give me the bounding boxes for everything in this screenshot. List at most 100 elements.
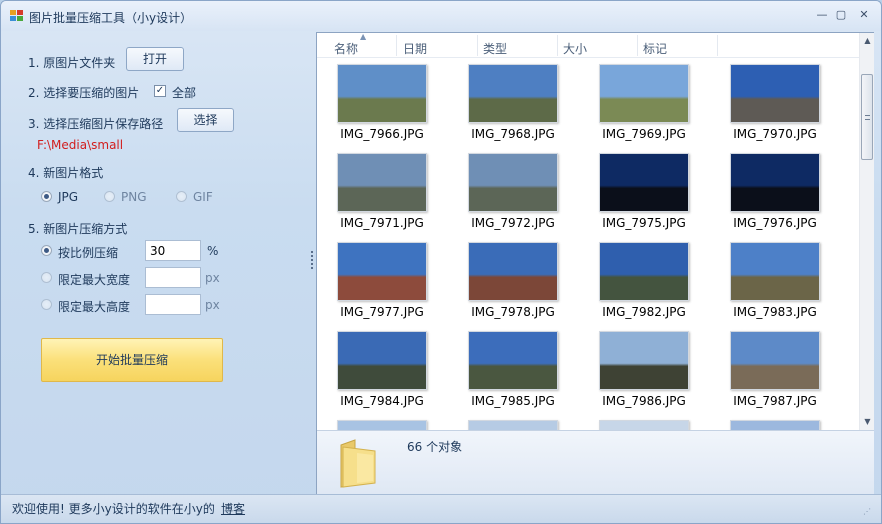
thumbnail-filename: IMG_7966.JPG (340, 127, 424, 141)
thumbnail-filename: IMG_7985.JPG (471, 394, 555, 408)
blog-link[interactable]: 博客 (221, 500, 245, 517)
thumbnail-item[interactable]: IMG_7972.JPG (458, 151, 568, 239)
thumbnail-image (599, 420, 689, 430)
resize-grip-icon[interactable]: ⋰ (863, 507, 873, 517)
thumbnail-item[interactable]: IMG_7976.JPG (720, 151, 830, 239)
format-png-label: PNG (121, 190, 147, 204)
thumbnail-image (599, 331, 689, 390)
thumbnail-item[interactable]: IMG_7971.JPG (327, 151, 437, 239)
thumbnail-filename: IMG_7977.JPG (340, 305, 424, 319)
column-separator (637, 35, 638, 56)
thumbnail-item[interactable]: IMG_7977.JPG (327, 240, 437, 328)
method-max-width-label: 限定最大宽度 (58, 273, 131, 287)
column-separator (477, 35, 478, 56)
column-name[interactable]: 名称 (334, 40, 358, 57)
status-bar: 欢迎使用! 更多小y设计的软件在小y的 博客 ⋰ (1, 494, 881, 523)
column-separator (717, 35, 718, 56)
thumbnail-filename: IMG_7972.JPG (471, 216, 555, 230)
column-size[interactable]: 大小 (563, 40, 587, 57)
maximize-button[interactable]: ▢ (833, 8, 849, 22)
minimize-button[interactable]: — (814, 8, 830, 22)
splitter-handle[interactable] (310, 251, 314, 273)
thumbnail-filename: IMG_7970.JPG (733, 127, 817, 141)
column-date[interactable]: 日期 (403, 40, 427, 57)
thumbnail-filename: IMG_7969.JPG (602, 127, 686, 141)
choose-path-button[interactable]: 选择 (177, 108, 234, 132)
app-icon (10, 10, 23, 22)
thumbnail-grid: IMG_7966.JPG IMG_7968.JPG IMG_7969.JPG IMG_… (317, 58, 859, 430)
max-width-input[interactable] (145, 267, 201, 288)
step5-label: 5. 新图片压缩方式 (28, 222, 128, 236)
thumbnail-image (730, 420, 820, 430)
column-header: ▲ 名称 日期 类型 大小 标记 (317, 32, 859, 58)
thumbnail-item[interactable]: IMG_7970.JPG (720, 62, 830, 150)
save-path-text: F:\Media\small (37, 138, 124, 152)
thumbnail-item[interactable]: IMG_7985.JPG (458, 329, 568, 417)
thumbnail-image (730, 331, 820, 390)
close-button[interactable]: ✕ (856, 8, 872, 22)
thumbnail-filename: IMG_7975.JPG (602, 216, 686, 230)
thumbnail-image (337, 420, 427, 430)
status-message: 欢迎使用! 更多小y设计的软件在小y的 (12, 502, 215, 516)
thumbnail-item[interactable]: IMG_7982.JPG (589, 240, 699, 328)
thumbnail-filename: IMG_7984.JPG (340, 394, 424, 408)
thumbnail-image (599, 64, 689, 123)
scroll-thumb[interactable] (861, 74, 873, 160)
thumbnail-item[interactable]: IMG_7966.JPG (327, 62, 437, 150)
select-all-checkbox[interactable]: ✓ (154, 85, 166, 97)
select-all-label: 全部 (172, 86, 197, 100)
method-max-height-radio[interactable] (41, 299, 52, 310)
thumbnail-image (468, 64, 558, 123)
thumbnail-item[interactable]: IMG_7986.JPG (589, 329, 699, 417)
ratio-input[interactable] (145, 240, 201, 261)
thumbnail-item[interactable] (720, 418, 830, 430)
folder-icon (340, 439, 376, 488)
scroll-down-icon[interactable]: ▼ (860, 414, 875, 430)
thumbnail-filename: IMG_7986.JPG (602, 394, 686, 408)
step2-label: 2. 选择要压缩的图片 (28, 86, 140, 100)
details-pane: 66 个对象 (317, 430, 874, 494)
scroll-up-icon[interactable]: ▲ (860, 33, 875, 49)
thumbnail-filename: IMG_7968.JPG (471, 127, 555, 141)
max-height-input[interactable] (145, 294, 201, 315)
format-jpg-radio[interactable] (41, 191, 52, 202)
thumbnail-item[interactable] (589, 418, 699, 430)
settings-panel: 1. 原图片文件夹 打开 2. 选择要压缩的图片 ✓ 全部 3. 选择压缩图片保… (1, 31, 309, 493)
thumbnail-image (468, 242, 558, 301)
thumbnail-item[interactable] (327, 418, 437, 430)
thumbnail-item[interactable]: IMG_7983.JPG (720, 240, 830, 328)
thumbnail-item[interactable]: IMG_7984.JPG (327, 329, 437, 417)
vertical-scrollbar[interactable]: ▲ ▼ (859, 33, 874, 430)
method-ratio-radio[interactable] (41, 245, 52, 256)
column-separator (396, 35, 397, 56)
thumbnail-image (337, 64, 427, 123)
open-folder-button[interactable]: 打开 (126, 47, 184, 71)
format-gif-radio[interactable] (176, 191, 187, 202)
thumbnail-image (337, 153, 427, 212)
ratio-unit-label: % (207, 244, 219, 258)
step1-label: 1. 原图片文件夹 (28, 56, 116, 70)
thumbnail-item[interactable]: IMG_7975.JPG (589, 151, 699, 239)
step3-label: 3. 选择压缩图片保存路径 (28, 117, 164, 131)
column-type[interactable]: 类型 (483, 40, 507, 57)
thumbnail-item[interactable]: IMG_7987.JPG (720, 329, 830, 417)
thumbnail-image (337, 242, 427, 301)
thumbnail-filename: IMG_7982.JPG (602, 305, 686, 319)
start-compress-button[interactable]: 开始批量压缩 (41, 338, 223, 382)
thumbnail-item[interactable] (458, 418, 568, 430)
grip-icon (865, 115, 870, 120)
app-window: 图片批量压缩工具（小y设计） — ▢ ✕ 1. 原图片文件夹 打开 2. 选择要… (0, 0, 882, 524)
format-png-radio[interactable] (104, 191, 115, 202)
step4-label: 4. 新图片格式 (28, 166, 104, 180)
window-title: 图片批量压缩工具（小y设计） (29, 11, 193, 25)
thumbnail-item[interactable]: IMG_7969.JPG (589, 62, 699, 150)
thumbnail-item[interactable]: IMG_7968.JPG (458, 62, 568, 150)
thumbnail-image (599, 242, 689, 301)
column-tag[interactable]: 标记 (643, 40, 667, 57)
max-width-unit-label: px (205, 271, 220, 285)
thumbnail-item[interactable]: IMG_7978.JPG (458, 240, 568, 328)
max-height-unit-label: px (205, 298, 220, 312)
method-max-width-radio[interactable] (41, 272, 52, 283)
thumbnail-image (730, 153, 820, 212)
thumbnail-filename: IMG_7976.JPG (733, 216, 817, 230)
